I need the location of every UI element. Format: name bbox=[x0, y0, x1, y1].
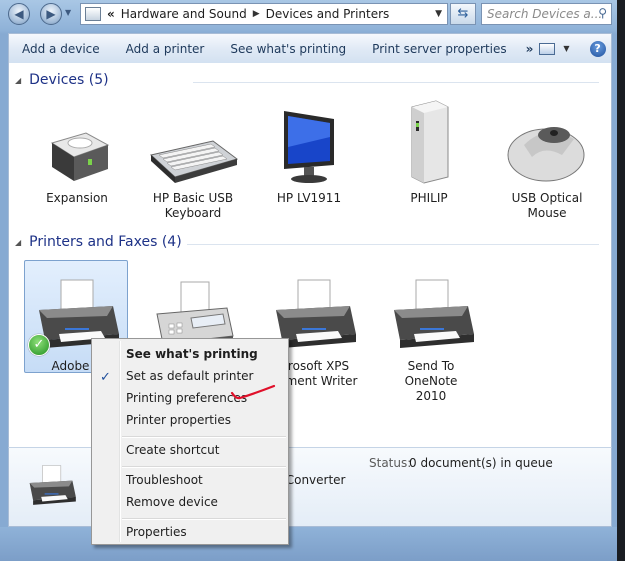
details-status-value: 0 document(s) in queue bbox=[409, 456, 553, 470]
external-hard-drive-icon bbox=[379, 93, 479, 185]
back-arrow-icon: ◀ bbox=[14, 7, 24, 21]
recent-pages-dropdown-icon[interactable]: ▼ bbox=[65, 8, 71, 17]
desktop-background bbox=[617, 0, 625, 561]
device-label: Expansion bbox=[46, 191, 108, 205]
menu-item-see-whats-printing[interactable]: See what's printing bbox=[126, 347, 258, 361]
menu-separator bbox=[122, 518, 286, 520]
forward-button[interactable]: ▶ bbox=[40, 3, 62, 25]
red-annotation-checkmark-icon bbox=[230, 384, 276, 400]
device-label: HP Basic USB Keyboard bbox=[152, 191, 234, 220]
printer-send-to-onenote-2010[interactable]: Send To OneNote 2010 bbox=[381, 268, 481, 404]
menu-item-create-shortcut[interactable]: Create shortcut bbox=[126, 443, 219, 457]
forward-arrow-icon: ▶ bbox=[46, 7, 56, 21]
breadcrumb-separator-icon[interactable]: ▶ bbox=[253, 9, 260, 19]
print-server-properties-button[interactable]: Print server properties bbox=[359, 42, 519, 56]
address-dropdown-icon[interactable]: ▼ bbox=[435, 9, 442, 19]
search-icon[interactable]: ⚲ bbox=[598, 6, 607, 20]
device-expansion[interactable]: Expansion bbox=[27, 93, 127, 206]
device-usb-optical-mouse[interactable]: USB Optical Mouse bbox=[497, 93, 597, 221]
device-philip[interactable]: PHILIP bbox=[379, 93, 479, 206]
change-view-icon[interactable] bbox=[539, 42, 556, 55]
device-label: PHILIP bbox=[410, 191, 448, 205]
menu-item-set-as-default-printer[interactable]: Set as default printer bbox=[126, 369, 254, 383]
device-hp-basic-usb-keyboard[interactable]: HP Basic USB Keyboard bbox=[143, 93, 243, 221]
collapse-triangle-icon[interactable]: ◢ bbox=[15, 76, 21, 85]
search-placeholder: Search Devices a... bbox=[487, 7, 603, 21]
refresh-icon: ⇆ bbox=[457, 6, 469, 21]
collapse-triangle-icon[interactable]: ◢ bbox=[15, 238, 21, 247]
control-panel-icon bbox=[85, 7, 101, 21]
printer-icon bbox=[381, 268, 481, 358]
address-overflow[interactable]: « bbox=[107, 7, 115, 21]
devices-group-title: Devices (5) bbox=[29, 72, 109, 88]
group-divider bbox=[187, 244, 599, 245]
help-icon[interactable]: ? bbox=[589, 40, 606, 57]
printers-group-title: Printers and Faxes (4) bbox=[29, 234, 182, 250]
details-printer-icon bbox=[25, 462, 77, 515]
breadcrumb-devices-and-printers[interactable]: Devices and Printers bbox=[266, 7, 390, 21]
menu-item-printing-preferences[interactable]: Printing preferences bbox=[126, 391, 247, 405]
group-divider bbox=[193, 82, 599, 83]
device-label: USB Optical Mouse bbox=[511, 191, 583, 220]
details-status-label: Status: bbox=[369, 456, 412, 470]
address-bar[interactable]: « Hardware and Sound ▶ Devices and Print… bbox=[80, 3, 448, 25]
command-bar: Add a device Add a printer See what's pr… bbox=[8, 33, 612, 63]
menu-item-troubleshoot[interactable]: Troubleshoot bbox=[126, 473, 203, 487]
back-button[interactable]: ◀ bbox=[8, 3, 30, 25]
breadcrumb-hardware-and-sound[interactable]: Hardware and Sound bbox=[121, 7, 247, 21]
keyboard-icon bbox=[143, 93, 243, 185]
menu-separator bbox=[122, 436, 286, 438]
menu-item-properties[interactable]: Properties bbox=[126, 525, 187, 539]
mouse-icon bbox=[497, 93, 597, 185]
printer-context-menu: See what's printing ✓ Set as default pri… bbox=[91, 338, 289, 545]
menu-item-printer-properties[interactable]: Printer properties bbox=[126, 413, 231, 427]
default-printer-check-icon: ✓ bbox=[28, 334, 50, 356]
toolbar-overflow-button[interactable]: » bbox=[520, 42, 540, 56]
printers-group-header[interactable]: ◢ Printers and Faxes (4) bbox=[15, 234, 599, 250]
refresh-button[interactable]: ⇆ bbox=[450, 3, 476, 25]
monitor-icon bbox=[259, 93, 359, 185]
device-hp-lv1911[interactable]: HP LV1911 bbox=[259, 93, 359, 206]
see-whats-printing-button[interactable]: See what's printing bbox=[217, 42, 359, 56]
menu-item-remove-device[interactable]: Remove device bbox=[126, 495, 218, 509]
menu-separator bbox=[122, 466, 286, 468]
checkmark-icon: ✓ bbox=[100, 370, 111, 385]
search-input[interactable]: Search Devices a... ⚲ bbox=[481, 3, 612, 25]
add-printer-button[interactable]: Add a printer bbox=[113, 42, 218, 56]
printer-label: Send To OneNote 2010 bbox=[404, 359, 458, 403]
devices-group-header[interactable]: ◢ Devices (5) bbox=[15, 72, 599, 88]
device-label: HP LV1911 bbox=[276, 191, 342, 205]
external-drive-icon bbox=[27, 93, 127, 185]
view-dropdown-icon[interactable]: ▼ bbox=[563, 44, 569, 53]
add-device-button[interactable]: Add a device bbox=[9, 42, 113, 56]
